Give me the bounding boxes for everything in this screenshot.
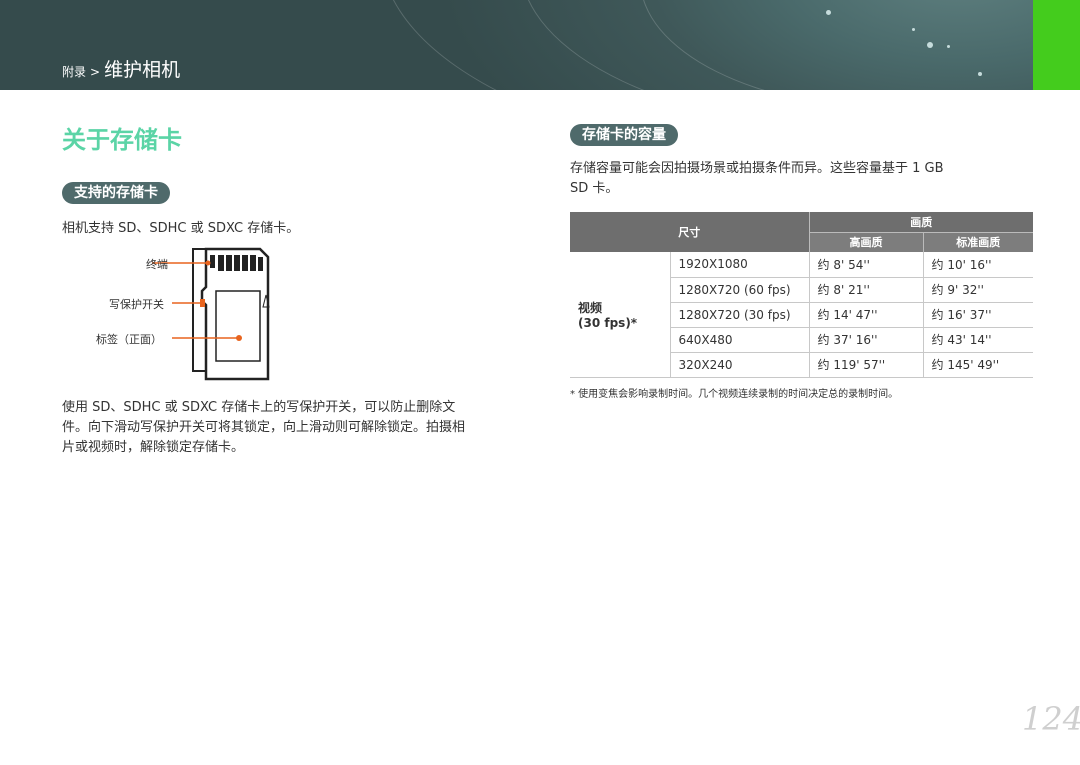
video-label-cell: 视频 (30 fps)*	[570, 252, 671, 378]
standard-quality-cell: 约 9' 32''	[922, 277, 1033, 303]
sd-card-figure: 终端 写保护开关 标签（正面）	[90, 245, 310, 385]
high-quality-cell: 约 14' 47''	[808, 302, 923, 328]
breadcrumb-separator: >	[90, 65, 101, 79]
video-label: 视频	[578, 300, 603, 315]
write-protect-paragraph: 使用 SD、SDHC 或 SDXC 存储卡上的写保护开关，可以防止删除文 件。向…	[62, 398, 465, 458]
intro-line: SD 卡。	[570, 181, 619, 196]
capacity-table: 尺寸 画质 高画质 标准画质 视频 (30 fps)* 1920X1080 约 …	[570, 212, 1033, 378]
section-title-supported-cards: 支持的存储卡	[62, 182, 170, 204]
resolution-cell: 1920X1080	[670, 252, 809, 278]
capacity-intro: 存储容量可能会因拍摄场景或拍摄条件而异。这些容量基于 1 GB SD 卡。	[570, 159, 944, 199]
accent-tab	[1033, 0, 1080, 90]
breadcrumb: 附录 > 维护相机	[62, 55, 180, 82]
table-row: 视频 (30 fps)* 1920X1080 约 8' 54'' 约 10' 1…	[570, 252, 1033, 378]
sparkle-dot	[826, 10, 831, 15]
resolution-cell: 640X480	[670, 327, 809, 353]
header-high-quality: 高画质	[809, 232, 924, 252]
resolution-cell: 320X240	[670, 352, 809, 378]
high-quality-cell: 约 119' 57''	[808, 352, 923, 378]
header-standard-quality: 标准画质	[923, 232, 1033, 252]
figure-label-front-label: 标签（正面）	[96, 333, 162, 346]
sparkle-dot	[927, 42, 933, 48]
sparkle-dot	[912, 28, 915, 31]
video-fps-label: (30 fps)*	[578, 315, 638, 330]
high-quality-cell: 约 37' 16''	[808, 327, 923, 353]
standard-quality-cell: 约 43' 14''	[922, 327, 1033, 353]
standard-quality-cell: 约 16' 37''	[922, 302, 1033, 328]
sparkle-dot	[947, 45, 950, 48]
resolution-cell: 1280X720 (60 fps)	[670, 277, 809, 303]
sd-card-illustration	[152, 247, 270, 381]
paragraph-line: 片或视频时，解除锁定存储卡。	[62, 440, 245, 455]
resolution-cell: 1280X720 (30 fps)	[670, 302, 809, 328]
standard-quality-cell: 约 145' 49''	[922, 352, 1033, 378]
figure-label-write-protect: 写保护开关	[109, 298, 164, 311]
paragraph-line: 使用 SD、SDHC 或 SDXC 存储卡上的写保护开关，可以防止删除文	[62, 400, 456, 415]
breadcrumb-parent[interactable]: 附录	[62, 63, 86, 80]
intro-line: 存储容量可能会因拍摄场景或拍摄条件而异。这些容量基于 1 GB	[570, 161, 944, 176]
high-quality-cell: 约 8' 21''	[808, 277, 923, 303]
header-banner: 附录 > 维护相机	[0, 0, 1033, 90]
breadcrumb-current: 维护相机	[104, 59, 181, 81]
paragraph-line: 件。向下滑动写保护开关可将其锁定，向上滑动则可解除锁定。拍摄相	[62, 420, 466, 435]
header-quality: 画质	[809, 212, 1033, 233]
standard-quality-cell: 约 10' 16''	[922, 252, 1033, 278]
sparkle-dot	[978, 72, 982, 76]
figure-label-terminal: 终端	[146, 258, 168, 271]
page-title: 关于存储卡	[62, 126, 182, 154]
section-title-capacity: 存储卡的容量	[570, 124, 678, 146]
header-size: 尺寸	[570, 212, 810, 252]
table-footnote: * 使用变焦会影响录制时间。几个视频连续录制的时间决定总的录制时间。	[570, 389, 899, 400]
page-number: 124	[1022, 700, 1080, 738]
high-quality-cell: 约 8' 54''	[808, 252, 923, 278]
supported-cards-text: 相机支持 SD、SDHC 或 SDXC 存储卡。	[62, 221, 300, 236]
